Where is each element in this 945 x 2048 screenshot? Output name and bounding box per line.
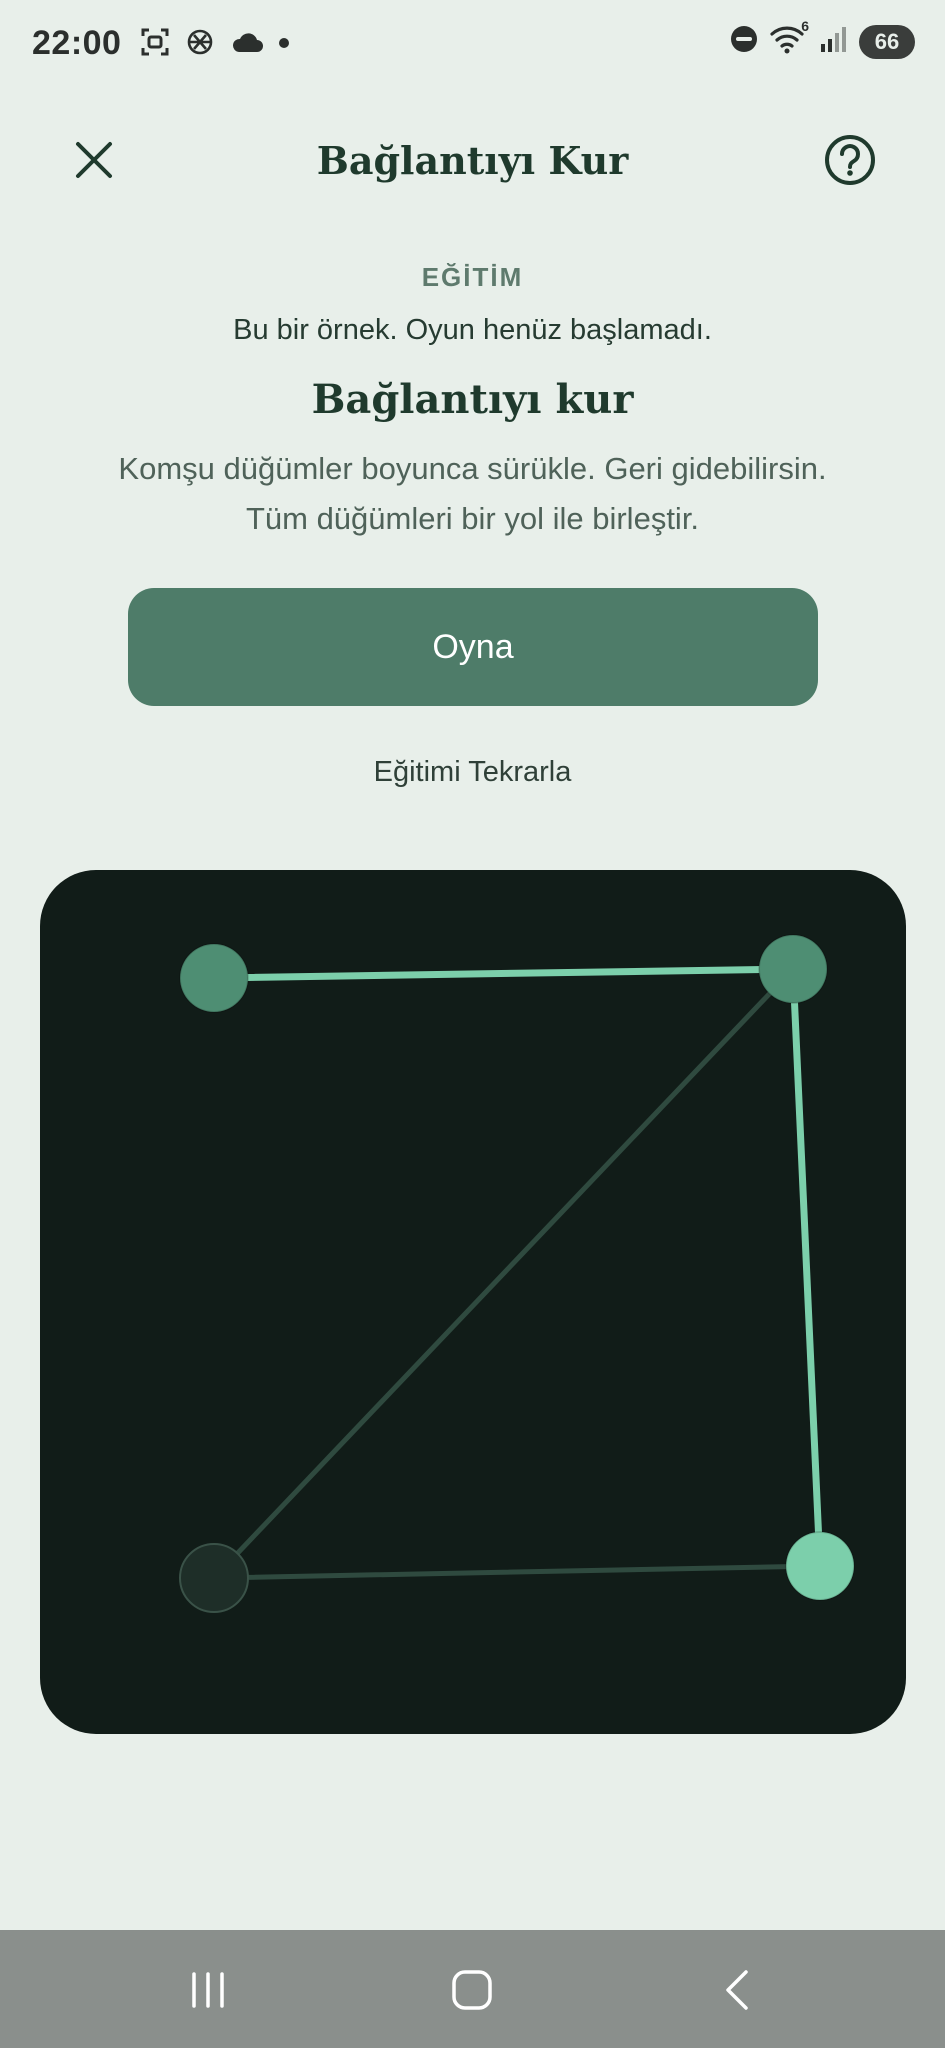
help-button[interactable] xyxy=(818,128,882,192)
cloud-icon xyxy=(230,30,264,59)
instructions-line-2: Tüm düğümleri bir yol ile birleştir. xyxy=(245,501,700,536)
status-bar: 22:00 6 66 xyxy=(0,0,945,90)
help-icon xyxy=(825,135,875,185)
wifi-icon: 6 xyxy=(769,18,809,59)
chatgpt-icon xyxy=(184,26,216,63)
play-button[interactable]: Oyna xyxy=(128,588,818,706)
status-icons-left xyxy=(140,26,290,63)
edge-bottom-left-bottom-right xyxy=(211,1563,823,1581)
section-label: EĞİTİM xyxy=(421,262,524,292)
game-board[interactable] xyxy=(40,870,906,1734)
sample-note: Bu bir örnek. Oyun henüz başlamadı. xyxy=(233,314,712,346)
battery-indicator: 66 xyxy=(859,24,915,59)
instructions-line-1: Komşu düğümler boyunca sürükle. Geri gid… xyxy=(118,451,827,486)
board-canvas[interactable] xyxy=(40,870,906,1734)
edge-top-right-bottom-left xyxy=(211,966,796,1581)
recents-button[interactable] xyxy=(168,1960,248,2020)
node-bottom-left[interactable] xyxy=(179,1543,249,1613)
edge-top-right-bottom-right xyxy=(789,965,824,1570)
back-button[interactable] xyxy=(698,1960,778,2020)
status-time: 22:00 xyxy=(32,24,122,62)
back-icon xyxy=(726,1970,748,2010)
replay-tutorial-link[interactable]: Eğitimi Tekrarla xyxy=(0,756,945,789)
node-bottom-right[interactable] xyxy=(785,1531,855,1601)
page-title: Bağlantıyı Kur xyxy=(316,138,629,183)
edge-top-left-top-right xyxy=(210,965,797,982)
dnd-icon xyxy=(729,24,759,59)
status-icons-right: 6 66 xyxy=(729,18,915,59)
navigation-bar xyxy=(0,1930,945,2048)
screenshot-icon xyxy=(140,27,170,62)
signal-icon xyxy=(819,24,849,59)
node-top-left[interactable] xyxy=(179,943,249,1013)
recents-icon xyxy=(192,1972,224,2008)
wifi-label: 6 xyxy=(801,18,809,34)
node-top-right[interactable] xyxy=(758,934,828,1004)
dot-icon xyxy=(278,36,290,54)
home-icon xyxy=(452,1970,492,2010)
game-title: Bağlantıyı kur xyxy=(311,376,634,423)
home-button[interactable] xyxy=(432,1960,512,2020)
instructions: Komşu düğümler boyunca sürükle. Geri gid… xyxy=(40,444,905,544)
